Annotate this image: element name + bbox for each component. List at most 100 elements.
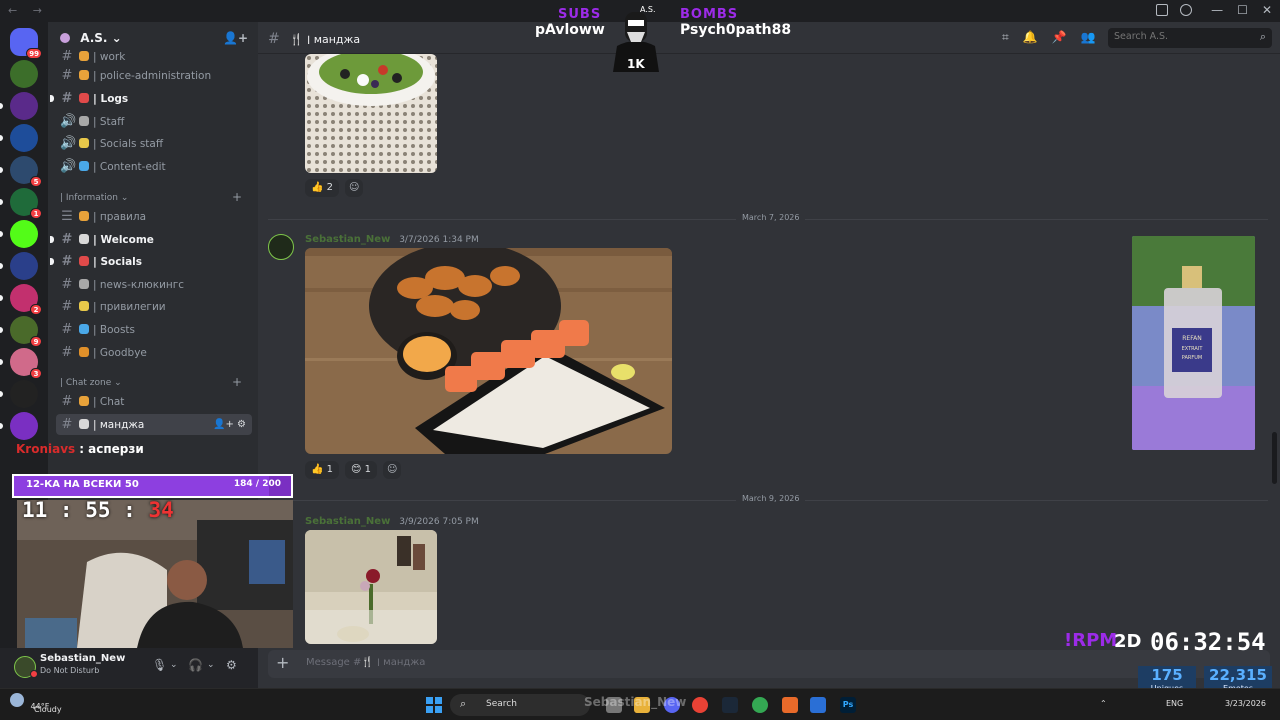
channel-settings-icon[interactable]: 👤+ ⚙ <box>213 414 246 435</box>
nav-arrows[interactable]: ← → <box>8 4 48 17</box>
browser-icon[interactable] <box>752 697 768 713</box>
server-blue-g-icon[interactable] <box>10 124 38 152</box>
channel-emoji-icon <box>79 211 89 221</box>
server-pink-char-icon[interactable]: 3 <box>10 348 42 379</box>
unread-pill <box>0 231 3 237</box>
invite-icon[interactable]: 👤+ <box>223 31 248 45</box>
channel-item[interactable]: # | Logs <box>50 88 252 109</box>
steam-icon[interactable] <box>722 697 738 713</box>
category-chat-zone[interactable]: | Chat zone ⌄ + <box>60 375 242 389</box>
server-kick-green-icon[interactable] <box>10 60 38 88</box>
mic-icon[interactable]: 🎙 <box>152 658 167 672</box>
dnd-status-icon <box>30 670 38 678</box>
search-input[interactable] <box>1114 31 1244 42</box>
timer-seconds: 34 <box>148 498 174 522</box>
reaction-thumbs-up[interactable]: 👍 1 <box>305 461 340 479</box>
message-author[interactable]: Sebastian_New <box>305 234 390 245</box>
server-diamond-icon[interactable] <box>10 252 38 280</box>
separator: | <box>93 347 100 359</box>
channel-item[interactable]: # | Socials <box>50 251 252 272</box>
app-icon[interactable] <box>782 697 798 713</box>
channel-item[interactable]: # | work <box>56 46 252 67</box>
reaction-smile[interactable]: 😊 1 <box>345 461 378 479</box>
channel-item[interactable]: # | Chat <box>56 391 252 412</box>
separator: | <box>93 234 101 246</box>
add-channel-icon[interactable]: + <box>232 375 242 389</box>
channel-label: Socials staff <box>99 138 164 150</box>
taskbar-date[interactable]: 3/23/2026 <box>1225 699 1266 708</box>
headphones-icon[interactable]: 🎧 <box>188 658 203 672</box>
date-divider-label: March 9, 2026 <box>736 494 806 503</box>
reaction-count: 1 <box>326 464 334 475</box>
channel-item[interactable]: # | манджа 👤+ ⚙ <box>56 414 252 435</box>
taskbar-search[interactable]: ⌕ Search <box>450 694 590 716</box>
server-green-char-icon[interactable]: 9 <box>10 316 42 347</box>
chrome-icon[interactable] <box>692 697 708 713</box>
channel-item[interactable]: # | police-administration <box>56 65 252 86</box>
attach-plus-icon[interactable]: + <box>276 653 289 672</box>
direct-messages-icon[interactable]: 99 <box>10 28 42 59</box>
flowers-photo <box>305 530 437 644</box>
help-icon[interactable] <box>1180 4 1192 16</box>
rpm-label: !RPM <box>1064 630 1118 651</box>
unread-pill <box>0 263 3 269</box>
channel-item[interactable]: # | привилегии <box>56 296 252 317</box>
channel-item[interactable]: 🔊 | Staff <box>56 111 252 132</box>
username[interactable]: Sebastian_New <box>40 653 125 664</box>
salad-image[interactable] <box>305 54 437 173</box>
chevron-down-icon[interactable]: ⌄ <box>170 660 178 670</box>
separator: | <box>93 138 100 150</box>
inbox-icon[interactable] <box>1156 4 1168 16</box>
unread-indicator <box>50 258 54 265</box>
chevron-down-icon[interactable]: ⌄ <box>207 660 215 670</box>
close-button[interactable]: ✕ <box>1262 3 1272 17</box>
server-pink-icon[interactable]: 2 <box>10 284 42 315</box>
server-purple-icon[interactable] <box>10 92 38 120</box>
photoshop-icon[interactable]: Ps <box>840 697 856 713</box>
avatar[interactable] <box>268 234 294 260</box>
message-composer[interactable]: + Message #🍴 ׀ манджа <box>268 650 1270 678</box>
maximize-button[interactable]: ☐ <box>1237 3 1248 17</box>
perfume-photo: REFAN EXTRAIT PARFUM <box>1132 236 1255 450</box>
add-channel-icon[interactable]: + <box>232 190 242 204</box>
perfume-image[interactable]: REFAN EXTRAIT PARFUM <box>1132 236 1255 450</box>
channel-item[interactable]: ☰ | правила <box>56 206 252 227</box>
flowers-image[interactable] <box>305 530 437 644</box>
channel-item[interactable]: # | Boosts <box>56 319 252 340</box>
separator: | <box>93 256 101 268</box>
server-triangle-icon[interactable]: 5 <box>10 156 42 187</box>
tray-chevron-icon[interactable]: ⌃ <box>1100 699 1107 708</box>
server-purple-logo-icon[interactable] <box>10 412 38 440</box>
members-icon[interactable]: 👥 <box>1081 30 1096 45</box>
add-reaction-icon[interactable]: ☺ <box>383 461 402 479</box>
channel-label: правила <box>99 211 147 223</box>
server-face-icon[interactable] <box>10 380 38 408</box>
category-information[interactable]: | Information ⌄ + <box>60 190 242 204</box>
bell-icon[interactable]: 🔔 <box>1023 30 1038 45</box>
search-box[interactable]: ⌕ <box>1108 28 1272 48</box>
threads-icon[interactable]: ⌗ <box>1002 30 1009 45</box>
scrollbar[interactable] <box>1272 432 1277 484</box>
stream-chat-text: : асперзи <box>79 442 144 456</box>
minimize-button[interactable]: — <box>1211 3 1223 17</box>
channel-item[interactable]: # | Goodbye <box>56 342 252 363</box>
channel-item[interactable]: 🔊 | Content-edit <box>56 156 252 177</box>
reaction-thumbs-up[interactable]: 👍 2 <box>305 179 340 197</box>
app-icon[interactable] <box>810 697 826 713</box>
channel-emoji-icon <box>79 301 89 311</box>
message-author[interactable]: Sebastian_New <box>305 516 390 527</box>
channel-item[interactable]: # | Welcome <box>50 229 252 250</box>
windows-start-icon[interactable] <box>426 697 442 713</box>
add-reaction-icon[interactable]: ☺ <box>345 179 364 197</box>
gear-icon[interactable]: ⚙ <box>226 658 237 672</box>
pin-icon[interactable]: 📌 <box>1052 30 1067 45</box>
server-kick-icon[interactable] <box>10 220 38 248</box>
weather-widget[interactable]: 44°F Cloudy <box>10 693 62 714</box>
sushi-image[interactable] <box>305 248 672 454</box>
mention-badge: 5 <box>30 176 42 187</box>
channel-item[interactable]: # | news-клюкингс <box>56 274 252 295</box>
server-green-arrow-icon[interactable]: 1 <box>10 188 42 219</box>
language-indicator[interactable]: ENG <box>1166 699 1183 708</box>
channel-label: Chat <box>99 396 125 408</box>
channel-item[interactable]: 🔊 | Socials staff <box>56 133 252 154</box>
